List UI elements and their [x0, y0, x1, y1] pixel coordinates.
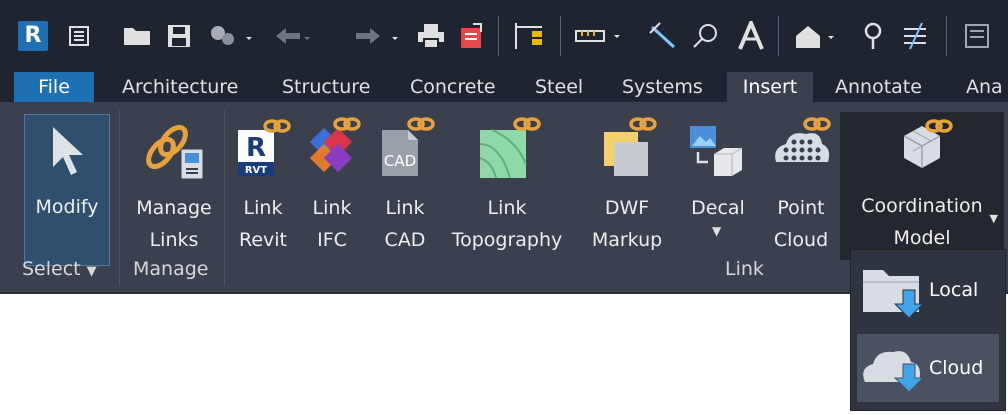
toolbar-separator — [560, 16, 561, 56]
ribbon-tab-bar: File Architecture Structure Concrete Ste… — [0, 72, 1008, 102]
link-cad-label-2: CAD — [384, 229, 426, 251]
sync-central-icon[interactable] — [206, 20, 256, 52]
coordination-model-label-2: Model — [893, 227, 951, 249]
decal-label: Decal — [691, 197, 745, 219]
cursor-arrow-icon — [25, 115, 109, 187]
point-cloud-label-2: Cloud — [773, 229, 829, 251]
redo-icon[interactable] — [344, 20, 420, 52]
link-cad-label-1: Link — [385, 197, 425, 219]
tab-systems[interactable]: Systems — [622, 72, 703, 102]
tab-analyze[interactable]: Ana — [966, 72, 1003, 102]
toolbar-separator — [498, 16, 499, 56]
dropdown-item-local[interactable]: Local — [857, 256, 999, 324]
revit-app-icon[interactable]: R — [16, 20, 50, 52]
tag-by-category-icon[interactable] — [688, 20, 722, 52]
link-panel-label: Link — [725, 258, 764, 280]
link-topography-label-1: Link — [487, 197, 527, 219]
decal-dropdown-arrow-icon[interactable]: ▼ — [712, 224, 721, 238]
cloud-icon — [863, 351, 925, 393]
aligned-dimension-icon[interactable] — [646, 20, 680, 52]
tab-architecture[interactable]: Architecture — [122, 72, 238, 102]
default-3d-view-icon[interactable] — [790, 20, 840, 52]
link-revit-label-1: Link — [243, 197, 283, 219]
tab-concrete[interactable]: Concrete — [410, 72, 496, 102]
coordination-model-dropdown: Local Cloud — [850, 249, 1006, 411]
coordination-model-label-1: Coordination — [861, 195, 983, 217]
link-revit-label-2: Revit — [238, 229, 287, 251]
link-ifc-label-1: Link — [312, 197, 352, 219]
link-topography-icon — [442, 114, 572, 186]
tab-steel[interactable]: Steel — [535, 72, 583, 102]
text-icon[interactable] — [734, 20, 768, 52]
dropdown-item-local-label: Local — [929, 279, 979, 301]
toolbar-separator — [946, 16, 947, 56]
recent-files-icon[interactable] — [66, 20, 92, 52]
link-ifc-label-2: IFC — [317, 229, 347, 251]
coordination-model-icon — [840, 114, 1004, 186]
thin-lines-icon[interactable] — [898, 20, 932, 52]
local-folder-icon — [863, 270, 925, 319]
link-revit-button[interactable]: R RVT Link Revit — [230, 106, 296, 256]
dwf-markup-button[interactable]: DWF Markup — [584, 106, 670, 256]
link-cad-icon: CAD — [372, 114, 438, 186]
dropdown-item-cloud[interactable]: Cloud — [857, 334, 999, 402]
point-cloud-button[interactable]: Point Cloud — [766, 106, 836, 256]
tab-structure[interactable]: Structure — [282, 72, 370, 102]
manage-links-label-1: Manage — [136, 197, 212, 219]
rvt-icon-text: RVT — [245, 165, 267, 176]
print-icon[interactable] — [414, 20, 448, 52]
quick-access-toolbar: R — [0, 0, 1008, 72]
toolbar-separator — [778, 16, 779, 56]
point-cloud-label-1: Point — [777, 197, 825, 219]
dwf-markup-label-1: DWF — [604, 197, 650, 219]
save-icon[interactable] — [164, 20, 194, 52]
revit-icon-letter: R — [246, 133, 266, 163]
panel-separator — [224, 110, 225, 286]
point-cloud-icon — [766, 114, 836, 186]
manage-panel-label: Manage — [133, 258, 209, 280]
select-panel-text: Select — [22, 258, 81, 280]
decal-icon — [680, 114, 756, 186]
link-topography-button[interactable]: Link Topography — [442, 106, 572, 256]
manage-links-button[interactable]: Manage Links — [128, 106, 220, 256]
export-sheet-icon[interactable] — [456, 20, 486, 52]
manage-links-label-2: Links — [149, 229, 199, 251]
link-ifc-button[interactable]: Link IFC — [300, 106, 364, 256]
cad-icon-text: CAD — [384, 152, 416, 170]
modify-button[interactable]: Modify — [24, 114, 110, 266]
select-panel-label[interactable]: Select ▼ — [22, 258, 97, 280]
tab-file[interactable]: File — [14, 72, 94, 102]
link-revit-icon: R RVT — [230, 114, 296, 186]
align-dimension-icon[interactable] — [510, 20, 550, 52]
dropdown-item-cloud-label: Cloud — [929, 357, 984, 379]
undo-icon[interactable] — [270, 20, 346, 52]
manage-links-icon — [128, 114, 220, 186]
dwf-markup-icon — [584, 114, 670, 186]
section-icon[interactable] — [858, 20, 888, 52]
open-folder-icon[interactable] — [120, 20, 154, 52]
close-hidden-windows-icon[interactable] — [960, 20, 994, 52]
decal-button[interactable]: Decal ▼ — [680, 106, 756, 256]
tab-annotate[interactable]: Annotate — [835, 72, 922, 102]
modify-label: Modify — [35, 196, 99, 218]
panel-separator — [119, 110, 120, 286]
link-ifc-icon — [300, 114, 364, 186]
tab-insert[interactable]: Insert — [727, 72, 813, 102]
measure-icon[interactable] — [572, 20, 632, 52]
select-panel-dropdown-icon: ▼ — [86, 264, 97, 279]
dwf-markup-label-2: Markup — [591, 229, 663, 251]
link-topography-label-2: Topography — [451, 229, 563, 251]
app-icon-letter: R — [18, 21, 48, 51]
coordination-model-button[interactable]: Coordination Model ▼ — [840, 112, 1004, 260]
coordination-model-dropdown-arrow-icon[interactable]: ▼ — [990, 212, 998, 225]
link-cad-button[interactable]: CAD Link CAD — [372, 106, 438, 256]
